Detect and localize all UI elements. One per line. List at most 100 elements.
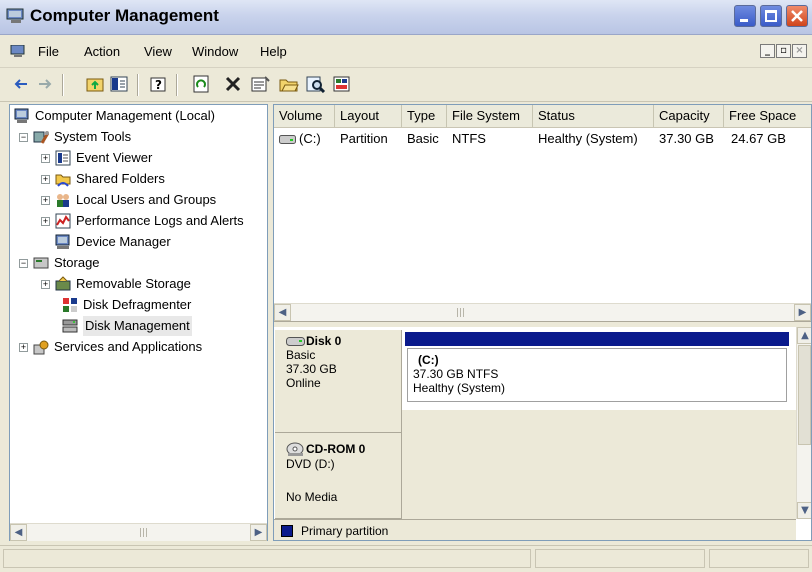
disk-management-icon: [62, 318, 78, 334]
storage-icon: [33, 255, 49, 271]
close-button[interactable]: [786, 5, 808, 27]
tree-item-device-manager[interactable]: Device Manager: [55, 232, 171, 252]
back-arrow-icon: [14, 79, 27, 89]
disk0-name: Disk 0: [306, 334, 342, 348]
refresh-button[interactable]: [190, 74, 212, 94]
expand-icon[interactable]: +: [41, 174, 50, 184]
tree-item-disk-defragmenter[interactable]: Disk Defragmenter: [62, 295, 191, 315]
column-header-status[interactable]: Status: [533, 105, 654, 127]
scroll-left-icon[interactable]: ◀: [10, 524, 27, 541]
event-viewer-icon: [55, 150, 71, 166]
expand-icon[interactable]: +: [41, 153, 50, 163]
tree-item-storage[interactable]: − Storage: [19, 253, 100, 273]
scroll-down-icon[interactable]: ▼: [797, 502, 811, 519]
mdi-child-icon[interactable]: [10, 45, 26, 57]
cdrom0-media: No Media: [286, 490, 338, 504]
show-hide-tree-icon: [110, 76, 128, 92]
tree-label: Removable Storage: [76, 276, 191, 291]
disk-view-vertical-scrollbar[interactable]: ▲ ▼: [796, 327, 811, 519]
help-button[interactable]: ?: [147, 74, 169, 94]
mdi-restore-button[interactable]: ▫: [776, 44, 791, 58]
tree-item-disk-management[interactable]: Disk Management: [62, 316, 192, 336]
refresh-icon: [193, 75, 209, 93]
expand-icon[interactable]: +: [41, 216, 50, 226]
menu-view[interactable]: View: [144, 44, 172, 59]
properties-icon: [251, 76, 270, 92]
column-header-volume[interactable]: Volume: [274, 105, 335, 127]
partition-c-box[interactable]: (C:) 37.30 GB NTFS Healthy (System): [407, 348, 787, 402]
column-header-capacity[interactable]: Capacity: [654, 105, 724, 127]
shared-folder-icon: [55, 171, 71, 187]
scroll-right-icon[interactable]: ▶: [794, 304, 811, 321]
tree-item-computer-management[interactable]: Computer Management (Local): [14, 106, 215, 126]
menu-help[interactable]: Help: [260, 44, 287, 59]
search-icon: [306, 76, 326, 93]
expand-icon[interactable]: +: [19, 342, 28, 352]
volume-cell: (C:): [299, 131, 321, 146]
tree-item-services-applications[interactable]: + Services and Applications: [19, 337, 202, 357]
computer-icon: [14, 108, 30, 124]
toolbar-separator: [62, 74, 64, 96]
open-button[interactable]: [278, 74, 300, 94]
volume-list-horizontal-scrollbar[interactable]: ◀ ||| ▶: [274, 303, 811, 321]
scroll-right-icon[interactable]: ▶: [250, 524, 267, 541]
column-header-layout[interactable]: Layout: [335, 105, 402, 127]
status-bar: [0, 545, 812, 572]
expand-icon[interactable]: +: [41, 195, 50, 205]
removable-storage-icon: [55, 276, 71, 292]
column-header-type[interactable]: Type: [402, 105, 447, 127]
tree-item-removable-storage[interactable]: + Removable Storage: [41, 274, 191, 294]
computer-management-icon: [6, 8, 24, 23]
tree-horizontal-scrollbar[interactable]: ◀ ||| ▶: [10, 523, 267, 541]
mdi-minimize-button[interactable]: _: [760, 44, 775, 58]
show-hide-tree-button[interactable]: [108, 74, 130, 94]
capacity-cell: 37.30 GB: [659, 131, 714, 146]
tree-item-event-viewer[interactable]: + Event Viewer: [41, 148, 152, 168]
tree-item-local-users-groups[interactable]: + Local Users and Groups: [41, 190, 216, 210]
details-pane: Volume Layout Type File System Status Ca…: [273, 104, 812, 541]
disk-graphical-view: Disk 0 Basic 37.30 GB Online (C:) 37.30 …: [274, 327, 796, 519]
disk0-info[interactable]: Disk 0 Basic 37.30 GB Online: [275, 330, 402, 433]
status-segment-2: [535, 549, 705, 568]
tree-item-system-tools[interactable]: − System Tools: [19, 127, 131, 147]
column-header-file-system[interactable]: File System: [447, 105, 533, 127]
status-segment-main: [3, 549, 531, 568]
tree-item-performance-logs[interactable]: + Performance Logs and Alerts: [41, 211, 244, 231]
minimize-button[interactable]: [734, 5, 756, 27]
tree-item-shared-folders[interactable]: + Shared Folders: [41, 169, 165, 189]
disk-properties-button[interactable]: [331, 74, 353, 94]
scroll-up-icon[interactable]: ▲: [797, 327, 811, 344]
cdrom0-info[interactable]: CD-ROM 0 DVD (D:) No Media: [275, 433, 402, 519]
svg-text:?: ?: [155, 78, 162, 92]
tree-label: Device Manager: [76, 234, 171, 249]
tree-label: Shared Folders: [76, 171, 165, 186]
scroll-grip-icon: |||: [139, 528, 149, 538]
primary-partition-swatch: [281, 525, 293, 537]
forward-button[interactable]: [34, 74, 56, 94]
menu-action[interactable]: Action: [84, 44, 120, 59]
column-header-free-space[interactable]: Free Space: [724, 105, 811, 127]
maximize-button[interactable]: [760, 5, 782, 27]
title-bar[interactable]: Computer Management: [0, 0, 812, 35]
tree-label: System Tools: [54, 129, 132, 144]
back-button[interactable]: [10, 74, 32, 94]
menu-window[interactable]: Window: [192, 44, 238, 59]
search-button[interactable]: [305, 74, 327, 94]
users-icon: [55, 192, 71, 208]
mdi-close-button[interactable]: ×: [792, 44, 807, 58]
menu-file[interactable]: File: [38, 44, 59, 59]
collapse-icon[interactable]: −: [19, 132, 28, 142]
collapse-icon[interactable]: −: [19, 258, 28, 268]
menu-bar: File Action View Window Help _ ▫ ×: [0, 35, 812, 68]
partition-name: (C:): [418, 353, 439, 367]
cdrom0-partition-area: [402, 433, 796, 519]
disk-properties-icon: [333, 76, 350, 92]
up-one-level-button[interactable]: [84, 74, 106, 94]
expand-icon[interactable]: +: [41, 279, 50, 289]
scroll-thumb[interactable]: [798, 345, 811, 445]
delete-button[interactable]: [222, 74, 244, 94]
properties-button[interactable]: [250, 74, 272, 94]
tree-label: Disk Defragmenter: [83, 297, 192, 312]
partition-legend: Primary partition: [274, 519, 796, 540]
scroll-left-icon[interactable]: ◀: [274, 304, 291, 321]
